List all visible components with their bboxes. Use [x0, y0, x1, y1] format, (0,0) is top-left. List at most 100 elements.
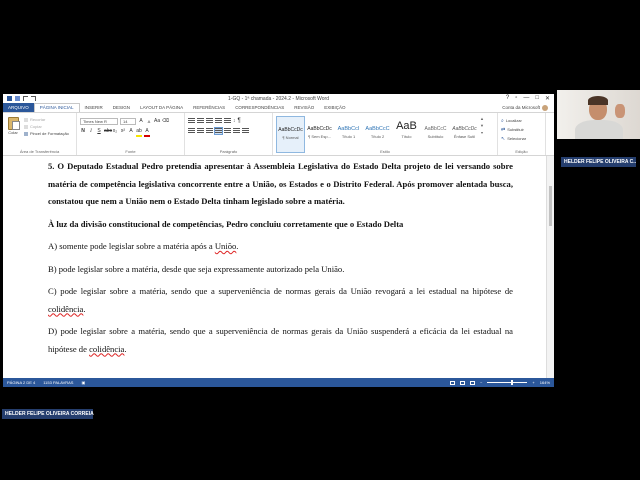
underline-icon[interactable]: S [96, 128, 102, 135]
select-label: Selecionar [507, 136, 527, 141]
text-effects-icon[interactable]: A [128, 128, 134, 135]
style-name: ¶ Sem Esp... [308, 134, 331, 139]
title-bar: 1-GQ - 1ª chamada - 2024.2 - Microsoft W… [3, 94, 554, 103]
select-button[interactable]: ↖ Selecionar [501, 135, 542, 142]
cut-label: Recortar [30, 117, 46, 122]
italic-icon[interactable]: I [88, 128, 94, 135]
style-normal[interactable]: AaBbCcDc ¶ Normal [276, 116, 305, 153]
tab-insert[interactable]: INSERIR [80, 103, 108, 112]
style-no-spacing[interactable]: AaBbCcDc ¶ Sem Esp... [305, 116, 334, 153]
tab-mailings[interactable]: CORRESPONDÊNCIAS [230, 103, 289, 112]
shading-icon[interactable] [233, 128, 240, 134]
webcam-name-label: HELDER FELIPE OLIVEIRA C... [561, 157, 636, 167]
tab-view[interactable]: EXIBIÇÃO [319, 103, 350, 112]
style-subtle-emphasis[interactable]: AaBbCcDc Ênfase Sutil [450, 116, 479, 153]
spelling-error[interactable]: colidência [48, 304, 83, 314]
account-label: Conta da Microsoft [502, 105, 540, 110]
copy-label: Copiar [30, 124, 42, 129]
show-formatting-icon[interactable]: ¶ [238, 118, 241, 124]
style-sample: AaBbCcDc [307, 126, 332, 132]
font-size-field[interactable]: 14 [120, 117, 136, 125]
highlight-icon[interactable]: ab [136, 128, 142, 137]
align-center-icon[interactable] [197, 128, 204, 134]
more-styles-icon[interactable]: ▾ [481, 130, 483, 135]
style-subtitle[interactable]: AaBbCcC Subtítulo [421, 116, 450, 153]
option-text: C) pode legislar sobre a matéria, sendo … [48, 286, 513, 296]
vertical-scrollbar[interactable] [546, 156, 554, 378]
read-mode-icon[interactable] [450, 380, 456, 385]
justify-icon[interactable] [214, 127, 223, 135]
line-spacing-icon[interactable] [224, 128, 231, 134]
tab-file[interactable]: ARQUIVO [3, 103, 34, 112]
bold-icon[interactable]: N [80, 128, 86, 135]
spelling-error[interactable]: colidência [89, 344, 124, 354]
style-heading-2[interactable]: AaBbCcC Título 2 [363, 116, 392, 153]
paste-label: Colar [8, 130, 18, 135]
zoom-out-icon[interactable]: − [480, 380, 482, 385]
web-layout-icon[interactable] [470, 380, 476, 385]
multilevel-list-icon[interactable] [206, 118, 213, 124]
subscript-icon[interactable]: x₂ [112, 128, 118, 135]
tab-references[interactable]: REFERÊNCIAS [188, 103, 230, 112]
zoom-in-icon[interactable]: + [532, 380, 534, 385]
scroll-up-icon[interactable]: ▲ [480, 116, 484, 121]
presenter-body [575, 120, 623, 139]
clear-formatting-icon[interactable]: ⌫ [162, 118, 169, 125]
page-indicator[interactable]: PÁGINA 2 DE 4 [7, 380, 35, 385]
bullets-icon[interactable] [188, 118, 195, 124]
document-page[interactable]: 5. O Deputado Estadual Pedro pretendia a… [48, 158, 513, 378]
format-painter-label: Pincel de Formatação [30, 131, 69, 136]
option-text: A) somente pode legislar sobre a matéria… [48, 241, 215, 251]
option-text: . [236, 241, 239, 251]
scroll-down-icon[interactable]: ▼ [480, 123, 484, 128]
borders-icon[interactable] [242, 128, 249, 134]
align-right-icon[interactable] [206, 128, 213, 134]
strikethrough-icon[interactable]: abc [104, 128, 112, 135]
account-menu[interactable]: Conta da Microsoft [502, 104, 554, 111]
styles-scroll[interactable]: ▲ ▼ ▾ [479, 116, 485, 153]
font-color-icon[interactable]: A [144, 128, 150, 137]
numbering-icon[interactable] [197, 118, 204, 124]
word-window: 1-GQ - 1ª chamada - 2024.2 - Microsoft W… [3, 94, 554, 387]
option-c: C) pode legislar sobre a matéria, sendo … [48, 283, 513, 318]
word-count[interactable]: 1153 PALAVRAS [43, 380, 73, 385]
document-area[interactable]: 5. O Deputado Estadual Pedro pretendia a… [3, 156, 554, 378]
style-title[interactable]: AaB Título [392, 116, 421, 153]
proofing-icon[interactable]: ▣ [81, 380, 85, 385]
style-sample: AaBbCcI [337, 126, 360, 132]
copy-button[interactable]: Copiar [24, 124, 69, 129]
font-name-field[interactable]: Times New R [80, 117, 118, 125]
find-button[interactable]: ⌕ Localizar [501, 117, 542, 124]
sort-icon[interactable]: ↕ [233, 118, 236, 124]
style-name: Título 1 [341, 134, 356, 139]
format-painter-button[interactable]: Pincel de Formatação [24, 131, 69, 136]
style-heading-1[interactable]: AaBbCcI Título 1 [334, 116, 363, 153]
align-left-icon[interactable] [188, 128, 195, 134]
question-header: 5. O Deputado Estadual Pedro pretendia a… [48, 161, 513, 206]
paragraph-group-label: Parágrafo [219, 149, 238, 154]
tab-page-layout[interactable]: LAYOUT DA PÁGINA [135, 103, 188, 112]
spelling-error[interactable]: Uniõo [215, 241, 236, 251]
tab-review[interactable]: REVISÃO [289, 103, 319, 112]
print-layout-icon[interactable] [460, 380, 466, 385]
change-case-icon[interactable]: Aa [154, 118, 160, 125]
decrease-indent-icon[interactable] [215, 118, 222, 124]
cut-button[interactable]: Recortar [24, 117, 69, 122]
scrollbar-thumb[interactable] [549, 186, 552, 226]
brush-icon [24, 131, 28, 136]
grow-font-icon[interactable]: A [138, 118, 144, 125]
paste-button[interactable]: Colar [6, 115, 20, 153]
zoom-slider[interactable] [487, 380, 528, 385]
option-a: A) somente pode legislar sobre a matéria… [48, 238, 513, 256]
tab-design[interactable]: DESIGN [108, 103, 135, 112]
style-sample: AaBbCcC [365, 126, 390, 132]
style-name: Subtítulo [427, 134, 444, 139]
replace-button[interactable]: ⇄ Substituir [501, 126, 542, 133]
tab-home[interactable]: PÁGINA INICIAL [33, 103, 80, 112]
superscript-icon[interactable]: x² [120, 128, 126, 135]
increase-indent-icon[interactable] [224, 118, 231, 124]
shrink-font-icon[interactable]: A [146, 118, 152, 125]
window-title: 1-GQ - 1ª chamada - 2024.2 - Microsoft W… [228, 95, 329, 102]
style-sample: AaB [396, 120, 417, 132]
zoom-level[interactable]: 164% [540, 380, 550, 385]
